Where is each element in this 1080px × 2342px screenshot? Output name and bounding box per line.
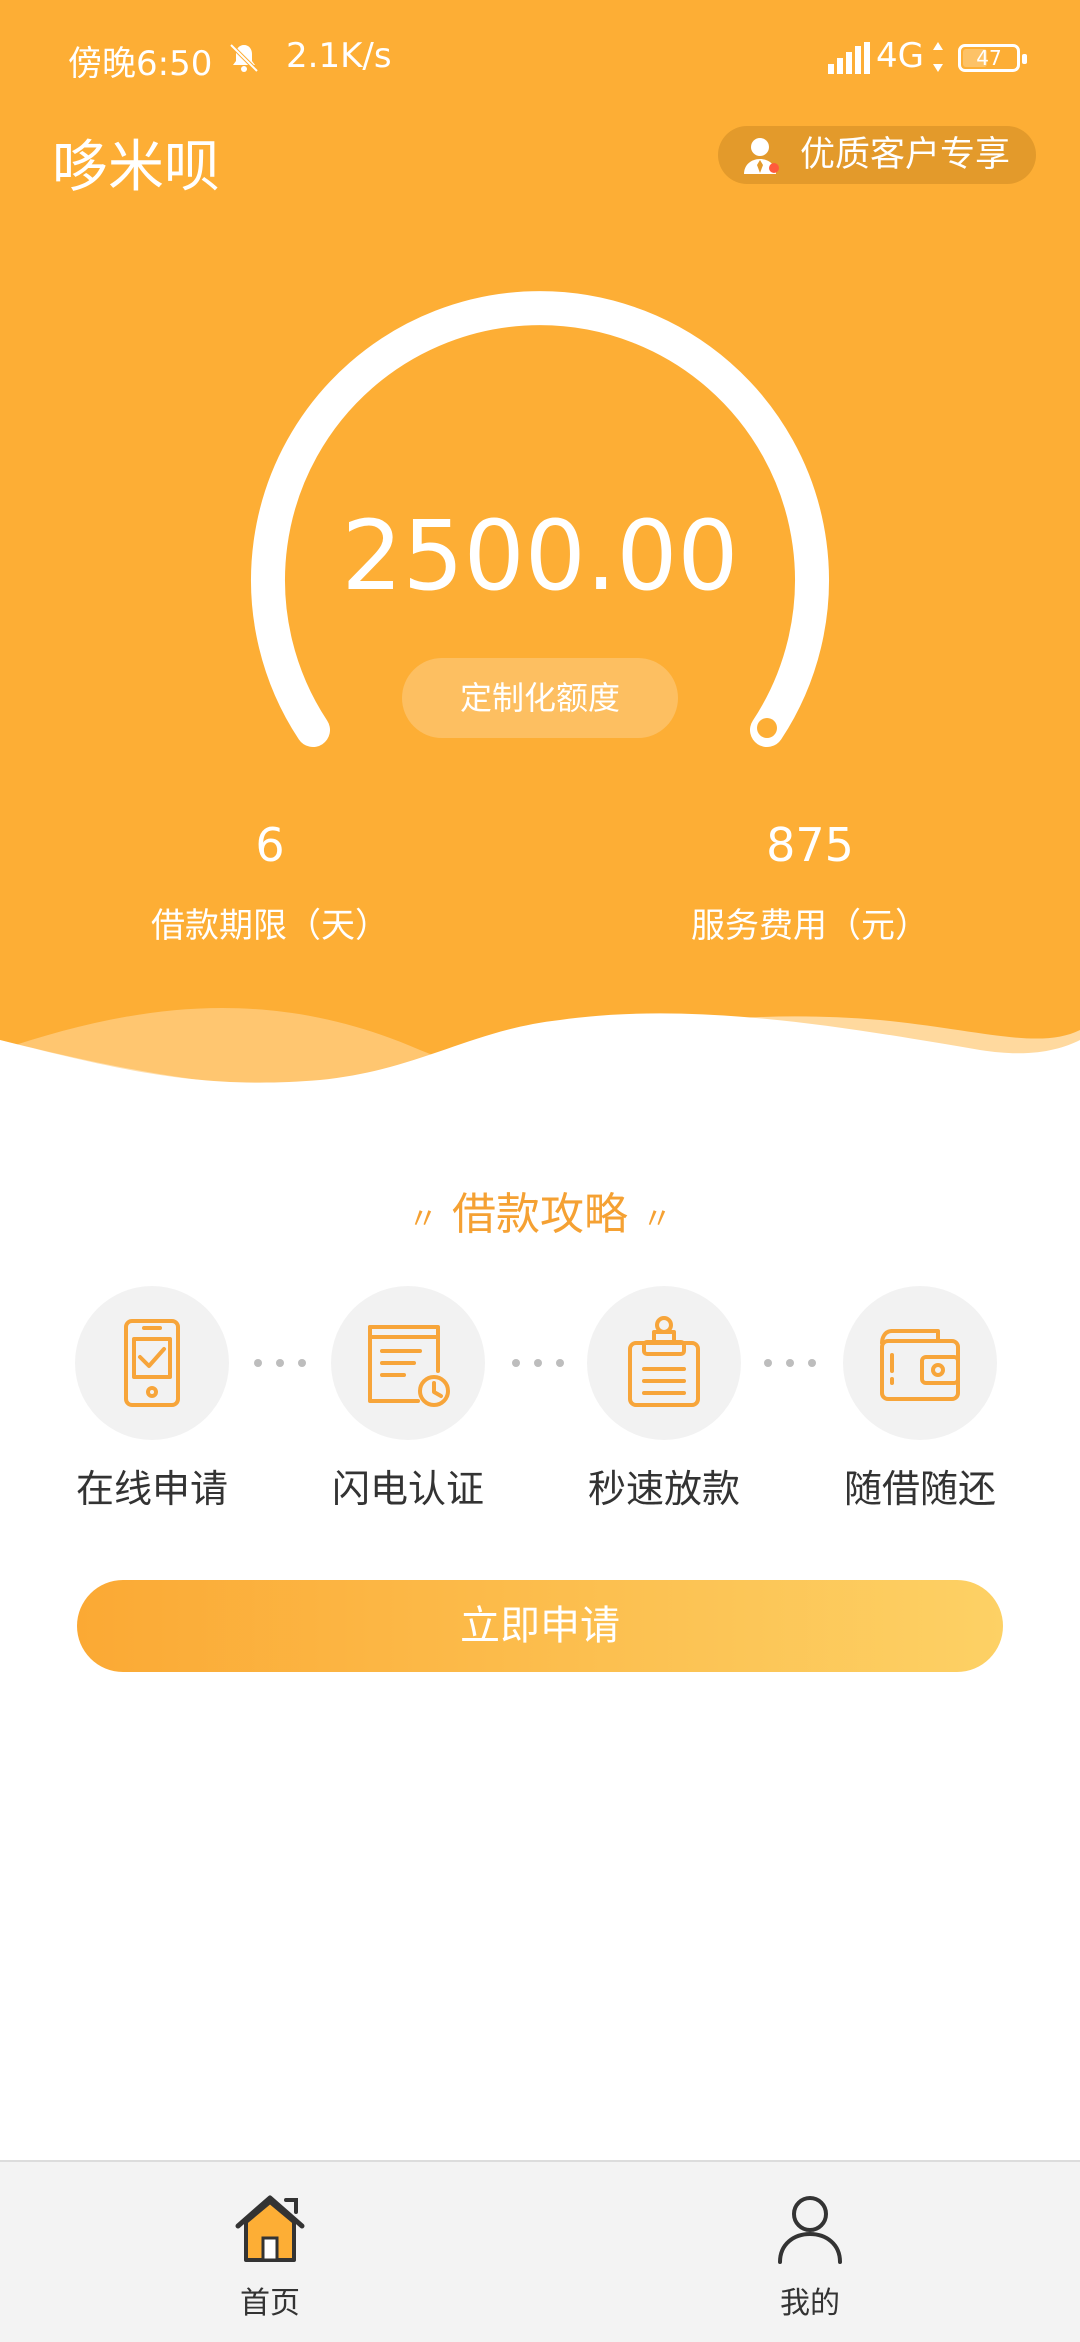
step-label: 闪电认证	[331, 1467, 484, 1511]
term-value: 6	[255, 818, 285, 872]
term-label: 借款期限（天）	[151, 906, 389, 946]
sparkle-left-icon: 〃	[408, 1202, 438, 1237]
loan-amount: 2500.00	[341, 500, 739, 612]
home-icon	[235, 2195, 305, 2262]
fee-value: 875	[766, 818, 854, 872]
gauge-knob	[757, 718, 777, 738]
clipboard-stamp-icon	[628, 1316, 700, 1407]
step-connector-dots	[512, 1359, 564, 1367]
step-label: 在线申请	[75, 1467, 228, 1511]
wallet-icon	[880, 1329, 960, 1401]
tab-label: 我的	[780, 2286, 840, 2321]
step-connector-dots	[254, 1359, 306, 1367]
sparkle-right-icon: 〃	[642, 1202, 672, 1237]
step-icon-circle	[75, 1286, 229, 1440]
step-label: 随借随还	[843, 1467, 996, 1511]
apply-now-button[interactable]: 立即申请	[77, 1580, 1003, 1672]
step-icon-circle	[587, 1286, 741, 1440]
tab-label: 首页	[240, 2286, 300, 2321]
quota-label: 定制化额度	[402, 658, 678, 738]
step-connector-dots	[764, 1359, 816, 1367]
tab-home[interactable]: 首页	[0, 2162, 540, 2342]
fee-label: 服务费用（元）	[691, 906, 929, 946]
step-icon-circle	[843, 1286, 997, 1440]
tab-mine[interactable]: 我的	[540, 2162, 1080, 2342]
guide-title: 〃 借款攻略 〃	[0, 1178, 1080, 1242]
user-icon	[778, 2196, 842, 2264]
guide-title-text: 借款攻略	[452, 1189, 628, 1240]
step-icon-circle	[331, 1286, 485, 1440]
wave-divider	[0, 1008, 1080, 1130]
phone-check-icon	[124, 1319, 180, 1407]
step-label: 秒速放款	[587, 1467, 740, 1511]
bottom-tab-bar: 首页 我的	[0, 2160, 1080, 2342]
document-clock-icon	[368, 1325, 450, 1407]
